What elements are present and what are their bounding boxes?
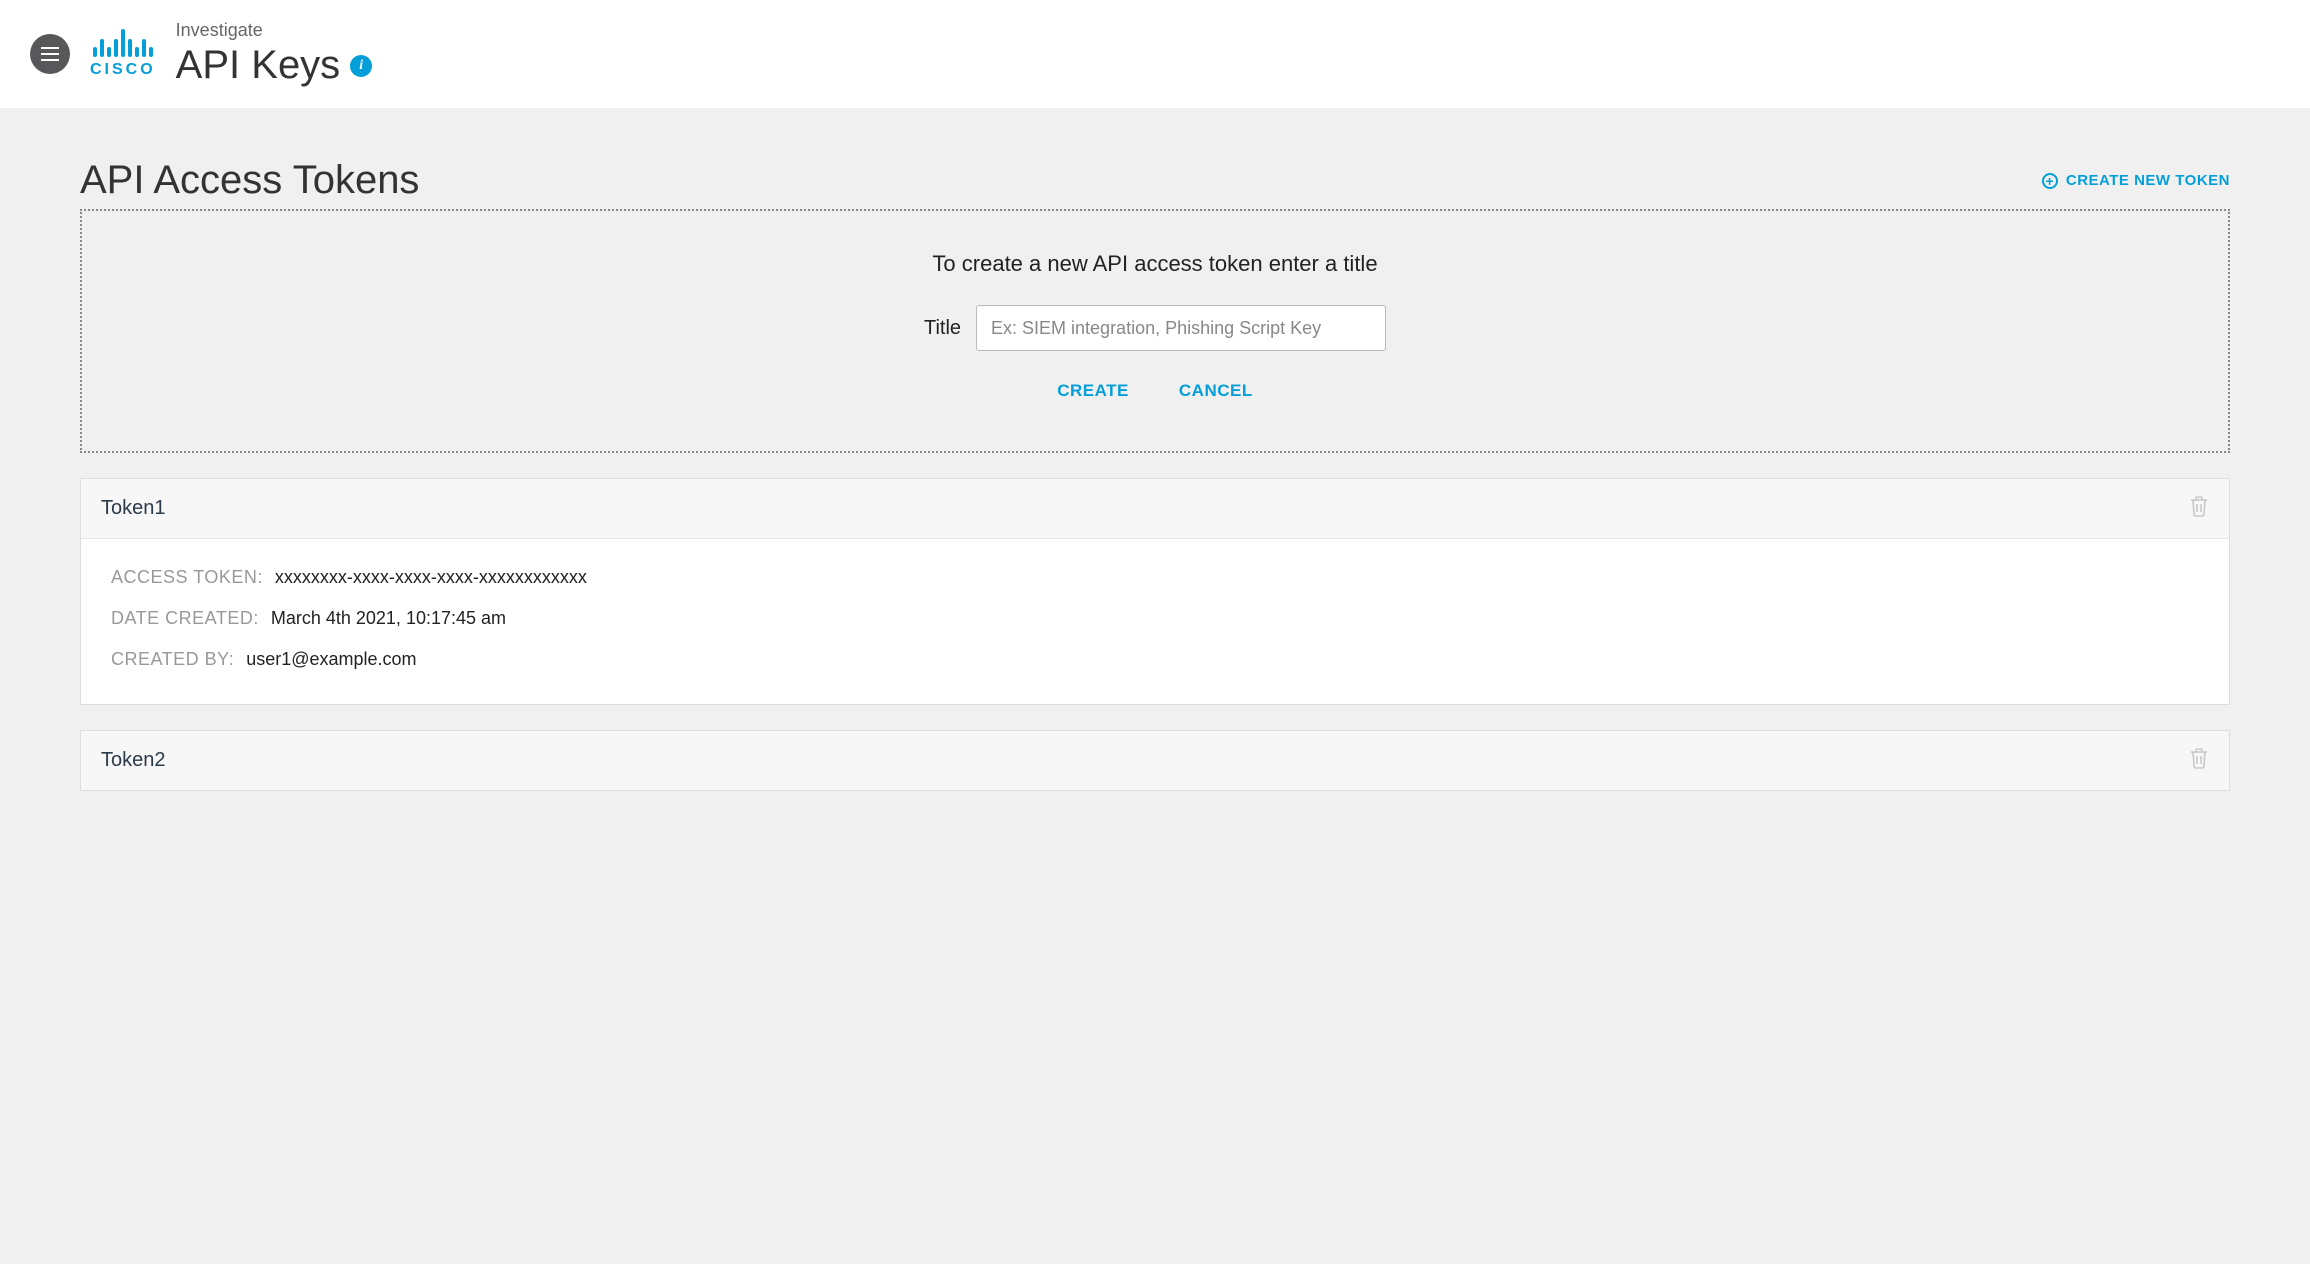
page-title: API Keys: [176, 43, 341, 88]
logo-text: CISCO: [90, 61, 156, 79]
cisco-bars-icon: [93, 29, 153, 57]
token-card-body: ACCESS TOKEN: xxxxxxxx-xxxx-xxxx-xxxx-xx…: [81, 539, 2229, 704]
cisco-logo: CISCO: [90, 29, 156, 79]
access-token-field: ACCESS TOKEN: xxxxxxxx-xxxx-xxxx-xxxx-xx…: [111, 567, 2199, 588]
token-card: Token2: [80, 730, 2230, 791]
title-block: Investigate API Keys i: [176, 20, 373, 88]
field-label: CREATED BY:: [111, 649, 234, 670]
info-icon[interactable]: i: [350, 55, 372, 77]
create-new-token-button[interactable]: + CREATE NEW TOKEN: [2042, 172, 2230, 189]
date-created-field: DATE CREATED: March 4th 2021, 10:17:45 a…: [111, 608, 2199, 629]
create-new-label: CREATE NEW TOKEN: [2066, 172, 2230, 189]
field-value: March 4th 2021, 10:17:45 am: [271, 608, 506, 629]
action-row: CREATE CANCEL: [102, 381, 2208, 401]
token-card-header[interactable]: Token1: [81, 479, 2229, 539]
section-header: API Access Tokens + CREATE NEW TOKEN: [80, 158, 2230, 203]
created-by-field: CREATED BY: user1@example.com: [111, 649, 2199, 670]
trash-icon[interactable]: [2189, 747, 2209, 774]
create-token-panel: To create a new API access token enter a…: [80, 209, 2230, 453]
cancel-button[interactable]: CANCEL: [1179, 381, 1253, 401]
section-title: API Access Tokens: [80, 158, 419, 203]
title-label: Title: [924, 317, 961, 340]
create-button[interactable]: CREATE: [1057, 381, 1129, 401]
app-header: CISCO Investigate API Keys i: [0, 0, 2310, 108]
token-card: Token1 ACCESS TOKEN: xxxxxxxx-xxxx-xxxx-…: [80, 478, 2230, 705]
field-label: ACCESS TOKEN:: [111, 567, 263, 588]
title-input-row: Title: [102, 305, 2208, 351]
menu-button[interactable]: [30, 34, 70, 74]
plus-circle-icon: +: [2042, 173, 2058, 189]
token-name: Token1: [101, 497, 166, 520]
main-content: API Access Tokens + CREATE NEW TOKEN To …: [0, 108, 2310, 841]
trash-icon[interactable]: [2189, 495, 2209, 522]
token-card-header[interactable]: Token2: [81, 731, 2229, 790]
field-label: DATE CREATED:: [111, 608, 259, 629]
hamburger-icon: [41, 47, 59, 61]
page-subtitle: Investigate: [176, 20, 373, 41]
token-name: Token2: [101, 749, 166, 772]
title-input[interactable]: [976, 305, 1386, 351]
field-value: user1@example.com: [246, 649, 416, 670]
field-value: xxxxxxxx-xxxx-xxxx-xxxx-xxxxxxxxxxxx: [275, 567, 587, 588]
create-instruction: To create a new API access token enter a…: [102, 251, 2208, 277]
